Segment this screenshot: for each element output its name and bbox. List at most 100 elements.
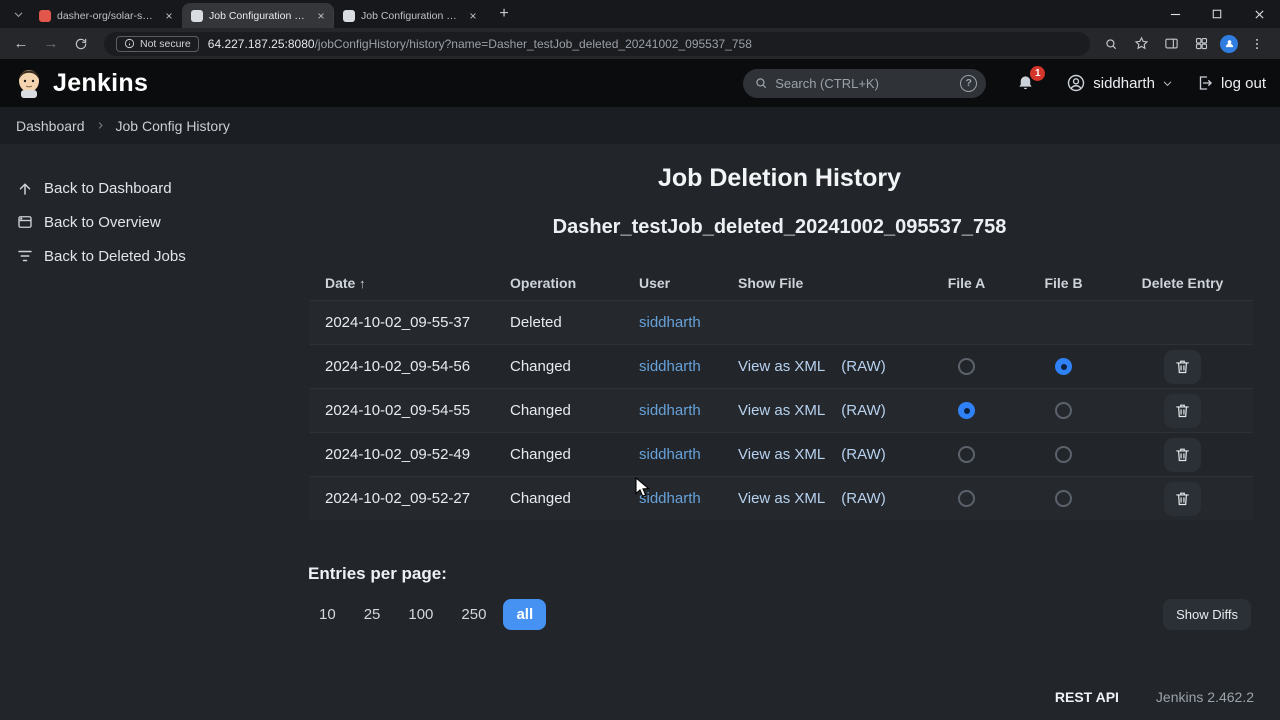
tab-close-icon[interactable]: ×	[466, 9, 480, 23]
operation-cell: Changed	[495, 402, 624, 419]
raw-link[interactable]: (RAW)	[841, 358, 885, 375]
info-icon	[124, 38, 135, 49]
user-menu[interactable]: siddharth	[1066, 73, 1173, 93]
table-header-row: Date ↑OperationUserShow FileFile AFile B…	[310, 266, 1253, 300]
date-cell: 2024-10-02_09-55-37	[310, 314, 495, 331]
entries-per-page-100[interactable]: 100	[397, 599, 444, 630]
raw-link[interactable]: (RAW)	[841, 402, 885, 419]
logout-button[interactable]: log out	[1196, 74, 1266, 92]
file-radio[interactable]	[1055, 446, 1072, 463]
back-icon[interactable]: ←	[8, 32, 34, 56]
entries-per-page-10[interactable]: 10	[308, 599, 347, 630]
view-as-xml-link[interactable]: View as XML	[738, 358, 825, 375]
entries-per-page-buttons: 1025100250all	[308, 599, 546, 630]
column-header-date[interactable]: Date ↑	[310, 275, 495, 291]
bookmark-star-icon[interactable]	[1130, 33, 1152, 55]
raw-link[interactable]: (RAW)	[841, 490, 885, 507]
view-as-xml-link[interactable]: View as XML	[738, 446, 825, 463]
window-close-button[interactable]	[1238, 0, 1280, 28]
user-link[interactable]: siddharth	[639, 358, 701, 375]
date-cell: 2024-10-02_09-54-56	[310, 358, 495, 375]
file-radio[interactable]	[1055, 490, 1072, 507]
reload-icon[interactable]	[68, 32, 94, 56]
history-row: 2024-10-02_09-52-49ChangedsiddharthView …	[310, 432, 1253, 476]
user-link[interactable]: siddharth	[639, 490, 701, 507]
profile-avatar-icon[interactable]	[1220, 35, 1238, 53]
file-radio-checked[interactable]	[1055, 358, 1072, 375]
sort-asc-icon: ↑	[355, 276, 365, 291]
file-radio[interactable]	[1055, 402, 1072, 419]
arrow-up-icon	[15, 179, 34, 198]
file-radio[interactable]	[958, 490, 975, 507]
history-table: Date ↑OperationUserShow FileFile AFile B…	[310, 266, 1253, 520]
file-radio[interactable]	[958, 446, 975, 463]
delete-entry-button[interactable]	[1164, 438, 1201, 472]
jenkins-logo-icon	[14, 67, 44, 99]
tab-close-icon[interactable]: ×	[162, 9, 176, 23]
file-radio[interactable]	[958, 358, 975, 375]
user-cell: siddharth	[624, 402, 723, 419]
search-input[interactable]	[775, 76, 953, 91]
not-secure-badge[interactable]: Not secure	[116, 36, 199, 52]
trash-icon	[1174, 402, 1191, 419]
extensions-icon[interactable]	[1190, 33, 1212, 55]
browser-tab[interactable]: dasher-org/solar-system - sola...×	[30, 3, 182, 28]
notifications-button[interactable]: 1	[1013, 71, 1037, 95]
new-tab-button[interactable]: +	[492, 2, 516, 26]
tab-close-icon[interactable]: ×	[314, 9, 328, 23]
delete-entry-button[interactable]	[1164, 482, 1201, 516]
user-cell: siddharth	[624, 490, 723, 507]
user-link[interactable]: siddharth	[639, 314, 701, 331]
raw-link[interactable]: (RAW)	[841, 446, 885, 463]
entries-per-page-25[interactable]: 25	[353, 599, 392, 630]
sidebar-item-dashboard[interactable]: Back to Dashboard	[15, 171, 306, 205]
jenkins-brand[interactable]: Jenkins	[14, 67, 148, 99]
notification-badge[interactable]: 1	[1030, 66, 1045, 81]
delete-entry-button[interactable]	[1164, 350, 1201, 384]
entries-per-page-label: Entries per page:	[308, 564, 1251, 584]
user-link[interactable]: siddharth	[639, 402, 701, 419]
window-minimize-button[interactable]	[1154, 0, 1196, 28]
sidebar-item-label: Back to Overview	[44, 214, 161, 231]
side-panel-icon[interactable]	[1160, 33, 1182, 55]
entries-per-page-all[interactable]: all	[503, 599, 546, 630]
user-link[interactable]: siddharth	[639, 446, 701, 463]
browser-tab[interactable]: Job Configuration History [Jen...×	[182, 3, 334, 28]
url-path: /jobConfigHistory/history?name=Dasher_te…	[315, 37, 752, 51]
breadcrumb-dashboard[interactable]: Dashboard	[16, 118, 85, 134]
operation-cell: Changed	[495, 446, 624, 463]
user-icon	[1066, 73, 1086, 93]
date-cell: 2024-10-02_09-54-55	[310, 402, 495, 419]
sidebar-item-overview[interactable]: Back to Overview	[15, 205, 306, 239]
help-icon[interactable]: ?	[960, 75, 977, 92]
file-radio-checked[interactable]	[958, 402, 975, 419]
date-cell: 2024-10-02_09-52-27	[310, 490, 495, 507]
show-file-cell: View as XML (RAW)	[723, 402, 918, 419]
forward-icon[interactable]: →	[38, 32, 64, 56]
rest-api-link[interactable]: REST API	[1055, 689, 1119, 705]
url-text: 64.227.187.25:8080/jobConfigHistory/hist…	[208, 37, 752, 51]
sidebar-item-label: Back to Deleted Jobs	[44, 248, 186, 265]
search-box[interactable]: ?	[743, 69, 986, 98]
entries-per-page-250[interactable]: 250	[450, 599, 497, 630]
file-b-cell	[1015, 490, 1112, 507]
chevron-down-icon	[1162, 78, 1173, 89]
menu-kebab-icon[interactable]	[1246, 33, 1268, 55]
page-body: Back to Dashboard Back to Overview Back to…	[0, 144, 1280, 630]
tab-list: dasher-org/solar-system - sola...×Job Co…	[30, 0, 486, 28]
table-body: 2024-10-02_09-55-37Deletedsiddharth2024-…	[310, 300, 1253, 520]
view-as-xml-link[interactable]: View as XML	[738, 402, 825, 419]
delete-entry-button[interactable]	[1164, 394, 1201, 428]
show-file-cell: View as XML (RAW)	[723, 490, 918, 507]
breadcrumb-job-config-history[interactable]: Job Config History	[116, 118, 230, 134]
column-header-file-a: File A	[918, 275, 1015, 291]
show-diffs-button[interactable]: Show Diffs	[1163, 599, 1251, 630]
address-bar[interactable]: Not secure 64.227.187.25:8080/jobConfigH…	[104, 32, 1090, 56]
window-maximize-button[interactable]	[1196, 0, 1238, 28]
sidebar-item-deleted-jobs[interactable]: Back to Deleted Jobs	[15, 239, 306, 273]
logout-label: log out	[1221, 75, 1266, 92]
zoom-icon[interactable]	[1100, 33, 1122, 55]
browser-tab[interactable]: Job Configuration History | Jen...×	[334, 3, 486, 28]
view-as-xml-link[interactable]: View as XML	[738, 490, 825, 507]
tab-search-icon[interactable]	[6, 2, 30, 26]
